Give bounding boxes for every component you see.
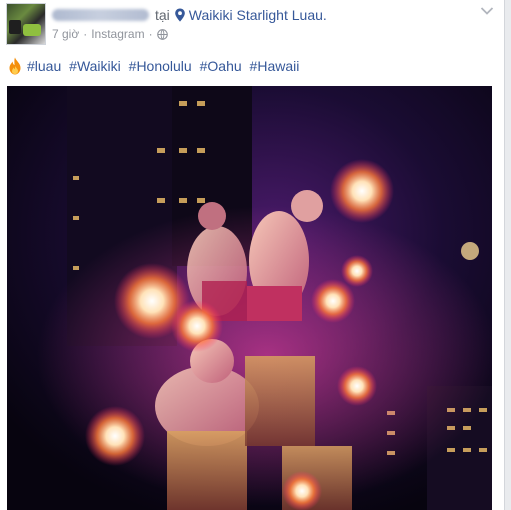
avatar[interactable] [6, 3, 46, 45]
post-caption: #luau #Waikiki #Honolulu #Oahu #Hawaii [7, 57, 303, 75]
fire-icon [9, 57, 21, 75]
author-name-blurred[interactable] [52, 9, 149, 21]
location-link[interactable]: Waikiki Starlight Luau. [189, 7, 327, 23]
source-label[interactable]: Instagram [91, 27, 144, 41]
meta-separator-2: · [148, 27, 153, 41]
globe-icon[interactable] [156, 28, 168, 40]
post-header: tại Waikiki Starlight Luau. [52, 6, 327, 24]
at-label: tại [155, 7, 170, 23]
feed-post: tại Waikiki Starlight Luau. 7 giờ · Inst… [0, 0, 505, 510]
hashtag-link[interactable]: #Honolulu [129, 58, 192, 74]
hashtag-link[interactable]: #Waikiki [69, 58, 121, 74]
map-pin-icon [174, 8, 185, 22]
chevron-down-icon[interactable] [480, 6, 494, 16]
hashtag-link[interactable]: #Oahu [200, 58, 242, 74]
hashtag-list: #luau #Waikiki #Honolulu #Oahu #Hawaii [27, 58, 303, 74]
fire-dancers-photo [7, 86, 492, 510]
meta-separator: · [83, 27, 88, 41]
post-meta: 7 giờ · Instagram · [52, 27, 168, 41]
hashtag-link[interactable]: #luau [27, 58, 61, 74]
post-photo[interactable] [7, 86, 492, 510]
timestamp[interactable]: 7 giờ [52, 27, 79, 41]
hashtag-link[interactable]: #Hawaii [250, 58, 300, 74]
